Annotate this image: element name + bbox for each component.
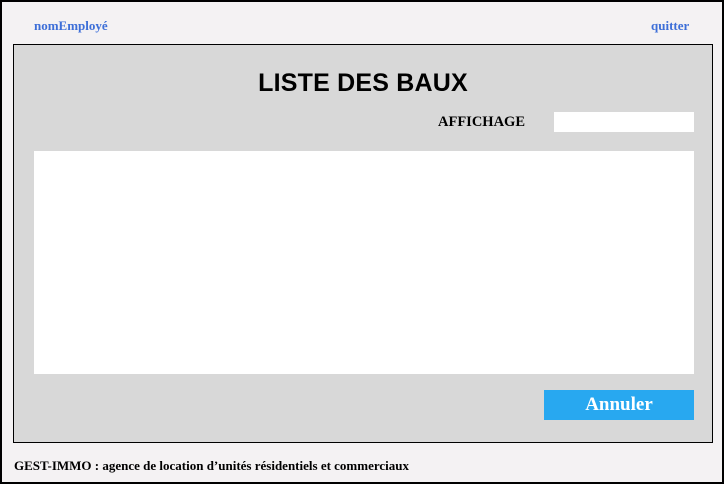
leases-list[interactable]: [34, 151, 694, 374]
employee-name-link[interactable]: nomEmployé: [34, 18, 108, 34]
affichage-field[interactable]: [554, 112, 694, 132]
cancel-button[interactable]: Annuler: [544, 390, 694, 420]
affichage-label: AFFICHAGE: [438, 114, 525, 130]
footer-text: GEST-IMMO : agence de location d’unités …: [14, 458, 410, 473]
leases-panel: LISTE DES BAUX AFFICHAGE Annuler: [13, 44, 713, 443]
quit-link[interactable]: quitter: [651, 18, 689, 34]
page-title: LISTE DES BAUX: [258, 69, 468, 97]
app-window: nomEmployé quitter LISTE DES BAUX AFFICH…: [0, 0, 724, 484]
